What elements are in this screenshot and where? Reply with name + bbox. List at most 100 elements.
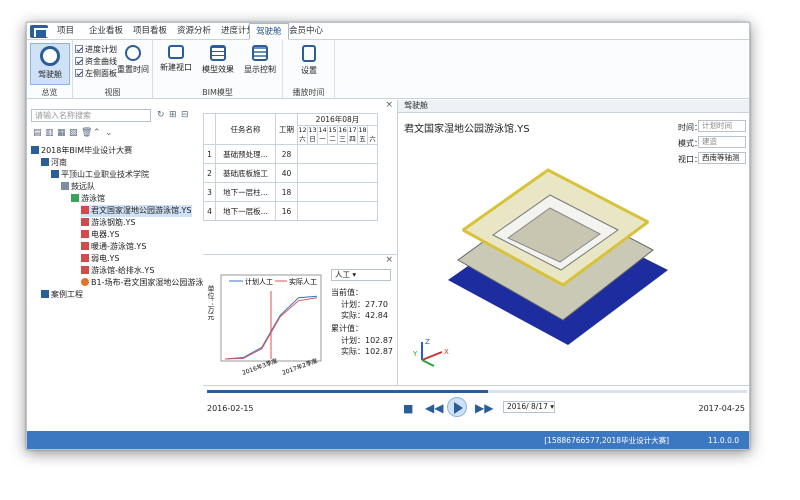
new-viewport-button[interactable]: 新建视口 xyxy=(156,43,196,85)
time-select[interactable]: 计划时间 xyxy=(698,120,746,132)
tree-node-label: 游泳馆-给排水.YS xyxy=(91,266,155,275)
monitor-icon xyxy=(168,45,184,59)
check-schedule[interactable]: 进度计划 xyxy=(75,44,117,55)
group-overview: 驾驶舱 总览 xyxy=(27,40,73,99)
search-input[interactable]: 请输入名称搜索 xyxy=(31,109,151,122)
stop-icon[interactable]: ■ xyxy=(403,402,413,415)
steering-wheel-icon xyxy=(40,46,60,66)
viewport-tab[interactable]: 驾驶舱 xyxy=(398,100,749,113)
timeline-progress xyxy=(207,390,488,393)
import-icon[interactable]: ▦ xyxy=(57,128,66,138)
tree-node-label: 案例工程 xyxy=(51,290,83,299)
close-icon[interactable]: × xyxy=(385,255,393,265)
export-icon[interactable]: ▧ xyxy=(69,128,78,138)
schedule-panel: × 任务名称 工期 2016年08月 12 六 13 日 14 一 15 二 16 三 1… xyxy=(203,100,397,255)
tab-resource-analysis[interactable]: 资源分析 xyxy=(171,23,217,40)
mode-select[interactable]: 建造 xyxy=(698,136,746,148)
schedule-table: 任务名称 工期 2016年08月 12 六 13 日 14 一 15 二 16 三 17 四… xyxy=(203,113,378,221)
tree-node[interactable]: 游泳馆-给排水.YS xyxy=(81,265,154,277)
display-control-button[interactable]: 显示控制 xyxy=(240,43,280,85)
row-id: 1 xyxy=(203,144,216,164)
fast-forward-icon[interactable]: ▶▶ xyxy=(475,401,493,415)
tree-node-label: 河南 xyxy=(51,158,67,167)
model-effect-label: 模型效果 xyxy=(202,65,234,74)
settings-button[interactable]: 设置 xyxy=(289,43,329,85)
day-cell: 六 xyxy=(367,125,378,145)
table-row[interactable]: 4 地下一层板... 16 xyxy=(203,201,378,221)
viewport-panel: 驾驶舱 君文国家湿地公园游泳馆.YS 时间： 计划时间 模式： 建造 视口： 西… xyxy=(397,100,749,385)
check-left-panel[interactable]: 左侧面板 xyxy=(75,68,117,79)
row-task: 地下一层柱... xyxy=(215,182,276,202)
model-file-icon xyxy=(81,266,89,274)
tab-enterprise-board[interactable]: 企业看板 xyxy=(83,23,129,40)
tree-node[interactable]: 游泳钢筋.YS xyxy=(81,217,136,229)
tree-node[interactable]: 河南 xyxy=(41,157,67,169)
ribbon: 驾驶舱 总览 进度计划 资金曲线 左侧面板 重置时间 视图 新建视口 模型效果 xyxy=(27,40,749,99)
cockpit-button[interactable]: 驾驶舱 xyxy=(30,43,70,85)
row-task: 基础预处理... xyxy=(215,144,276,164)
group-view-label: 视图 xyxy=(104,88,121,97)
tree-node-label: 鼓远队 xyxy=(71,182,95,191)
axis-y-label: Y xyxy=(412,350,418,358)
left-panel: × 请输入名称搜索 ↻ ⊞ ⊟ ▤ ▥ ▦ ▧ 🗑 ⌃ ⌄ 2018年BIM毕业… xyxy=(27,100,224,431)
cur-plan: 计划：27.70 xyxy=(341,300,388,309)
tree-node[interactable]: 弱电.YS xyxy=(81,253,120,265)
tree-node-selected[interactable]: 君文国家湿地公园游泳馆.YS xyxy=(81,205,192,217)
reset-time-button[interactable]: 重置时间 xyxy=(113,43,153,85)
tab-member-center[interactable]: 会员中心 xyxy=(283,23,329,40)
collapse-icon[interactable]: ⊟ xyxy=(181,110,189,120)
rewind-icon[interactable]: ◀◀ xyxy=(425,401,443,415)
model-file-icon xyxy=(81,230,89,238)
status-bar: [15886766577,2018毕业设计大赛] 11.0.0.0 xyxy=(27,431,749,449)
group-view: 进度计划 资金曲线 左侧面板 重置时间 视图 xyxy=(73,40,153,99)
unit-label: 单位：万元 xyxy=(207,285,215,320)
header-task-name: 任务名称 xyxy=(215,113,276,145)
play-button[interactable] xyxy=(447,397,467,417)
table-row[interactable]: 1 基础预处理... 28 xyxy=(203,144,378,164)
row-id: 4 xyxy=(203,201,216,221)
row-duration: 18 xyxy=(275,182,298,202)
row-task: 基础底板施工 xyxy=(215,163,276,183)
add-icon[interactable]: ▤ xyxy=(33,128,42,138)
display-control-label: 显示控制 xyxy=(244,65,276,74)
table-row[interactable]: 3 地下一层柱... 18 xyxy=(203,182,378,202)
team-icon xyxy=(61,182,69,190)
check-fund-curve[interactable]: 资金曲线 xyxy=(75,56,117,67)
bim-model-render[interactable] xyxy=(438,150,678,350)
axis-y-line xyxy=(421,359,435,367)
expand-icon[interactable]: ⊞ xyxy=(169,110,177,120)
edit-icon[interactable]: ▥ xyxy=(45,128,54,138)
tree-node[interactable]: 案例工程 xyxy=(41,289,83,301)
tree-node[interactable]: 平顶山工业职业技术学院 xyxy=(51,169,149,181)
view-select[interactable]: 西南等轴测 xyxy=(698,152,746,164)
fund-curve-chart: 计划人工 实际人工 2016年3季度 2017年2季度 xyxy=(220,274,322,377)
move-up-icon[interactable]: ⌃ xyxy=(93,128,101,138)
timeline-player: 2016-02-15 ■ ◀◀ ▶▶ 2016/ 8/17 ▾ 2017-04-… xyxy=(203,385,749,431)
tree-node[interactable]: 鼓远队 xyxy=(61,181,95,193)
tree-node[interactable]: 暖通-游泳馆.YS xyxy=(81,241,146,253)
timeline-track[interactable] xyxy=(207,390,747,393)
resource-select[interactable]: 人工 ▾ xyxy=(331,269,391,281)
refresh-icon[interactable]: ↻ xyxy=(157,110,165,120)
cur-actual: 实际：42.84 xyxy=(341,311,388,320)
delete-icon[interactable]: 🗑 xyxy=(81,128,92,138)
end-date: 2017-04-25 xyxy=(698,404,746,413)
tab-project[interactable]: 项目 xyxy=(51,23,80,40)
tree-node[interactable]: 游泳馆 xyxy=(71,193,105,205)
folder-icon xyxy=(41,158,49,166)
date-picker[interactable]: 2016/ 8/17 ▾ xyxy=(503,401,555,413)
model-effect-button[interactable]: 模型效果 xyxy=(198,43,238,85)
close-icon[interactable]: × xyxy=(385,100,393,110)
model-file-icon xyxy=(81,242,89,250)
move-down-icon[interactable]: ⌄ xyxy=(105,128,113,138)
tree-node-label: 平顶山工业职业技术学院 xyxy=(61,170,149,179)
group-playtime: 设置 播放时间 xyxy=(283,40,335,99)
tab-project-board[interactable]: 项目看板 xyxy=(127,23,173,40)
table-row[interactable]: 2 基础底板施工 40 xyxy=(203,163,378,183)
tree-node[interactable]: 2018年BIM毕业设计大赛 xyxy=(31,145,132,157)
tree-node[interactable]: 电器.YS xyxy=(81,229,120,241)
app-logo-icon[interactable] xyxy=(30,25,48,38)
model-file-icon xyxy=(81,218,89,226)
play-icon xyxy=(454,402,463,414)
resource-select-value: 人工 xyxy=(335,270,350,279)
